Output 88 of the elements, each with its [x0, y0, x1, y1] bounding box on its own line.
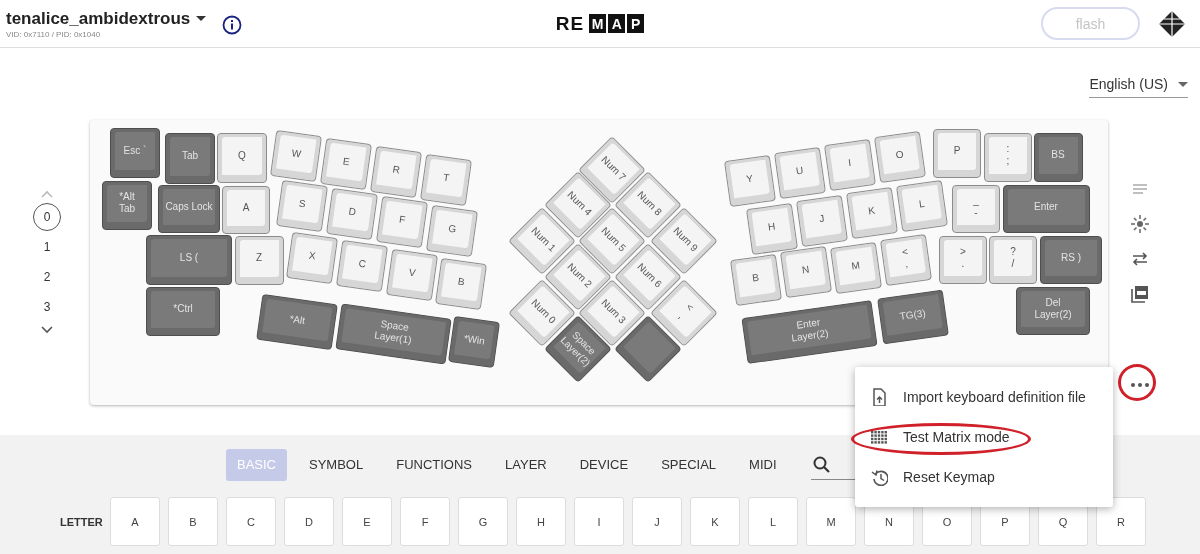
pdf-icon[interactable] — [1130, 284, 1150, 304]
key[interactable]: < , — [880, 234, 932, 286]
category-tab[interactable]: FUNCTIONS — [385, 448, 484, 481]
caret-icon[interactable] — [1178, 81, 1188, 87]
key[interactable]: Enter Layer(2) — [740, 300, 878, 364]
key[interactable]: Del Layer(2) — [1016, 287, 1090, 335]
key[interactable]: R — [370, 146, 422, 198]
key[interactable]: K — [846, 187, 898, 239]
key[interactable]: M — [830, 242, 882, 294]
key[interactable]: RS ) — [1040, 236, 1102, 284]
category-tab[interactable]: DEVICE — [568, 448, 640, 481]
keycode-key[interactable]: R — [1096, 497, 1146, 546]
category-tab[interactable]: MIDI — [738, 448, 788, 481]
key[interactable]: Esc ` — [110, 128, 160, 178]
keycode-key[interactable]: E — [342, 497, 392, 546]
device-ids: VID: 0x7110 / PID: 0x1040 — [6, 29, 102, 39]
menu-item[interactable]: Test Matrix mode — [855, 417, 1113, 457]
key[interactable]: *Alt — [256, 293, 338, 351]
key[interactable]: F — [376, 196, 428, 248]
keycode-key[interactable]: C — [226, 497, 276, 546]
keycode-key[interactable]: A — [110, 497, 160, 546]
key[interactable]: > . — [939, 236, 987, 284]
key[interactable]: B — [730, 254, 782, 306]
account-icon[interactable] — [1158, 9, 1186, 38]
info-icon[interactable] — [222, 14, 243, 35]
chevron-down-icon[interactable] — [41, 326, 53, 334]
grid-icon — [871, 428, 888, 446]
keycode-key[interactable]: F — [400, 497, 450, 546]
keycode-key[interactable]: I — [574, 497, 624, 546]
keycode-key[interactable]: H — [516, 497, 566, 546]
key[interactable]: D — [326, 188, 378, 240]
key[interactable]: X — [286, 232, 338, 284]
layer-button[interactable]: 2 — [33, 263, 61, 291]
key[interactable]: S — [276, 180, 328, 232]
keycode-key[interactable]: M — [806, 497, 856, 546]
keycode-key[interactable]: L — [748, 497, 798, 546]
key[interactable]: *Alt Tab — [102, 180, 152, 230]
key[interactable]: B — [435, 258, 487, 310]
keycode-key[interactable]: D — [284, 497, 334, 546]
key[interactable]: L — [896, 180, 948, 232]
keycode-key[interactable]: B — [168, 497, 218, 546]
key[interactable]: T — [420, 154, 472, 206]
key[interactable]: Z — [234, 235, 284, 285]
keycode-key[interactable]: G — [458, 497, 508, 546]
category-tab[interactable]: LAYER — [494, 448, 558, 481]
row-label: LETTER — [60, 515, 102, 528]
key[interactable]: C — [336, 240, 388, 292]
key[interactable]: I — [824, 139, 876, 191]
key[interactable]: N — [780, 246, 832, 298]
keycode-key[interactable]: J — [632, 497, 682, 546]
key[interactable]: ? / — [989, 236, 1037, 284]
key[interactable]: O — [874, 131, 926, 183]
key[interactable]: *Ctrl — [146, 286, 220, 336]
key[interactable]: TG(3) — [877, 289, 949, 345]
category-tab[interactable]: SPECIAL — [650, 448, 728, 481]
key[interactable]: Tab — [165, 132, 215, 184]
key[interactable]: W — [270, 130, 322, 182]
history-icon — [871, 468, 888, 486]
language-select[interactable]: English (US) — [1089, 70, 1188, 98]
key[interactable]: J — [796, 195, 848, 247]
menu-item[interactable]: Import keyboard definition file — [855, 377, 1113, 417]
key[interactable]: LS ( — [146, 235, 232, 285]
key[interactable]: G — [426, 205, 478, 257]
file-upload-icon — [871, 388, 888, 406]
layer-button[interactable]: 3 — [33, 293, 61, 321]
key[interactable]: A — [222, 186, 270, 234]
key[interactable]: H — [746, 203, 798, 255]
key[interactable]: Y — [724, 155, 776, 207]
key[interactable]: E — [320, 138, 372, 190]
menu-item[interactable]: Reset Keymap — [855, 457, 1113, 497]
sun-icon[interactable] — [1130, 214, 1150, 234]
key[interactable]: _ - — [952, 185, 1000, 233]
key[interactable]: U — [774, 147, 826, 199]
key[interactable]: P — [933, 128, 981, 178]
key[interactable]: *Win — [448, 316, 500, 368]
search-icon — [812, 455, 830, 473]
caret-icon[interactable] — [196, 16, 207, 21]
key[interactable]: V — [386, 249, 438, 301]
category-tab[interactable]: SYMBOL — [298, 448, 375, 481]
layer-button[interactable]: 1 — [33, 233, 61, 261]
keyboard-name[interactable]: tenalice_ambidextrous — [6, 8, 191, 29]
keycode-key[interactable]: K — [690, 497, 740, 546]
key[interactable]: Caps Lock — [158, 185, 220, 233]
more-icon[interactable] — [1130, 382, 1150, 388]
key[interactable]: Q — [217, 133, 267, 183]
logo: RE M A P — [555, 12, 645, 35]
key[interactable]: : ; — [984, 132, 1032, 182]
key[interactable]: Space Layer(1) — [334, 303, 452, 365]
